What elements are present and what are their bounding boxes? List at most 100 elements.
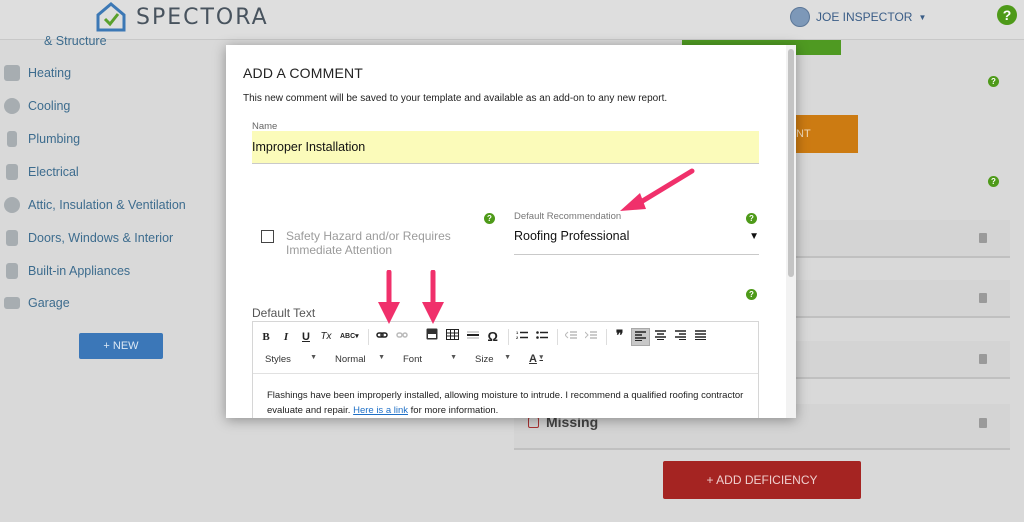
default-text-label: Default Text [252, 306, 316, 320]
help-icon[interactable]: ? [988, 176, 999, 187]
garage-icon [4, 297, 20, 309]
editor-content[interactable]: Flashings have been improperly installed… [253, 373, 758, 418]
user-menu[interactable]: JOE INSPECTOR ▼ [790, 7, 926, 27]
checkmark-icon [528, 417, 539, 428]
add-comment-modal: ADD A COMMENT This new comment will be s… [226, 45, 796, 418]
scroll-thumb[interactable] [788, 49, 794, 277]
format-label: Normal [335, 353, 366, 365]
justify-icon[interactable] [692, 328, 710, 346]
caret-down-icon: ▼ [310, 353, 317, 361]
rich-text-editor: B I U Tx ABC▾ Ω 12 ❞ Styles ▼ Normal ▼ F… [252, 321, 759, 418]
numbered-list-icon[interactable]: 12 [513, 328, 531, 346]
align-left-icon[interactable] [630, 328, 650, 346]
table-icon[interactable] [443, 328, 462, 346]
spellcheck-label: ABC [340, 333, 356, 340]
trash-icon[interactable] [979, 418, 987, 428]
toolbar-divider [605, 329, 607, 345]
sidebar-item-attic[interactable]: Attic, Insulation & Ventilation [4, 197, 186, 213]
size-dropdown[interactable]: Size ▼ [469, 354, 515, 365]
annotation-arrow-icon [422, 270, 444, 324]
sidebar-item-doors[interactable]: Doors, Windows & Interior [4, 230, 173, 246]
sidebar-item-label: Attic, Insulation & Ventilation [28, 198, 186, 212]
help-icon[interactable]: ? [746, 213, 757, 224]
outdent-icon[interactable] [562, 328, 580, 346]
house-heating-icon [4, 65, 20, 81]
underline-button[interactable]: U [297, 328, 315, 346]
fan-icon [4, 197, 20, 213]
logo[interactable]: SPECTORA [96, 2, 269, 32]
sidebar-item-plumbing[interactable]: Plumbing [4, 131, 80, 147]
help-icon[interactable]: ? [746, 289, 757, 300]
unlink-icon[interactable] [393, 328, 411, 346]
toolbar-divider [507, 329, 509, 345]
text-color-label: A [529, 353, 537, 365]
spellcheck-button[interactable]: ABC▾ [337, 328, 362, 346]
recommendation-select[interactable]: Roofing Professional ▼ [514, 225, 759, 255]
styles-dropdown[interactable]: Styles ▼ [259, 354, 321, 365]
sidebar-item-electrical[interactable]: Electrical [4, 164, 79, 180]
chevron-down-icon: ▼ [918, 12, 927, 22]
top-bar: SPECTORA JOE INSPECTOR ▼ ? [0, 0, 1024, 40]
body-text: Flashings have been improperly installed… [267, 390, 744, 416]
horizontal-rule-icon[interactable] [464, 328, 482, 346]
trash-icon[interactable] [979, 293, 987, 303]
caret-down-icon: ▾ [539, 354, 543, 361]
caret-down-icon: ▼ [450, 353, 457, 361]
styles-label: Styles [265, 353, 291, 365]
size-label: Size [475, 353, 494, 365]
format-dropdown[interactable]: Normal ▼ [329, 354, 389, 365]
orange-action-button[interactable]: NT [790, 115, 858, 153]
new-button[interactable]: + NEW [79, 333, 163, 359]
modal-description: This new comment will be saved to your t… [243, 93, 668, 104]
sidebar-item-garage[interactable]: Garage [4, 296, 70, 310]
help-icon[interactable]: ? [997, 5, 1017, 25]
indent-icon[interactable] [582, 328, 600, 346]
sidebar-item-heating[interactable]: Heating [4, 65, 71, 81]
modal-scrollbar[interactable] [786, 45, 796, 418]
house-logo-icon [96, 2, 126, 32]
body-link[interactable]: Here is a link [353, 405, 408, 416]
special-char-button[interactable]: Ω [484, 328, 502, 346]
text-color-button[interactable]: A ▾ [523, 353, 547, 365]
appliance-icon [6, 263, 18, 279]
help-icon[interactable]: ? [988, 76, 999, 87]
align-center-icon[interactable] [652, 328, 670, 346]
link-icon[interactable] [373, 328, 391, 346]
sidebar-item-cooling[interactable]: Cooling [4, 98, 70, 114]
bullet-list-icon[interactable] [533, 328, 551, 346]
sidebar-item-label: Doors, Windows & Interior [28, 231, 174, 245]
recommendation-label: Default Recommendation [514, 211, 622, 222]
sidebar-item-label: & Structure [44, 34, 107, 48]
align-right-icon[interactable] [672, 328, 690, 346]
blockquote-button[interactable]: ❞ [611, 328, 629, 346]
brand-name: SPECTORA [136, 4, 269, 30]
safety-hazard-checkbox[interactable] [261, 230, 274, 243]
toolbar-divider [367, 329, 369, 345]
font-dropdown[interactable]: Font ▼ [397, 354, 461, 365]
youtube-icon[interactable] [423, 328, 441, 346]
font-label: Font [403, 353, 423, 365]
add-deficiency-button[interactable]: + ADD DEFICIENCY [663, 461, 861, 499]
sidebar-item-label: Garage [28, 296, 70, 310]
name-input[interactable]: Improper Installation [252, 131, 759, 164]
toolbar-divider [556, 329, 558, 345]
avatar [790, 7, 810, 27]
trash-icon[interactable] [979, 233, 987, 243]
sidebar-item-structure[interactable]: & Structure [4, 34, 107, 48]
caret-down-icon: ▼ [504, 353, 511, 361]
bold-button[interactable]: B [257, 328, 275, 346]
help-icon[interactable]: ? [484, 213, 495, 224]
italic-button[interactable]: I [277, 328, 295, 346]
snowflake-icon [4, 98, 20, 114]
sidebar-item-label: Cooling [28, 99, 71, 113]
caret-down-icon: ▼ [378, 353, 385, 361]
door-icon [6, 230, 18, 246]
sidebar-item-label: Built-in Appliances [28, 264, 131, 278]
pipe-icon [7, 131, 17, 147]
sidebar-item-appliances[interactable]: Built-in Appliances [4, 263, 130, 279]
svg-text:2: 2 [516, 335, 519, 340]
editor-toolbar: B I U Tx ABC▾ Ω 12 ❞ [257, 327, 712, 347]
clear-format-button[interactable]: Tx [317, 328, 335, 346]
trash-icon[interactable] [979, 354, 987, 364]
user-name: JOE INSPECTOR [816, 10, 913, 24]
